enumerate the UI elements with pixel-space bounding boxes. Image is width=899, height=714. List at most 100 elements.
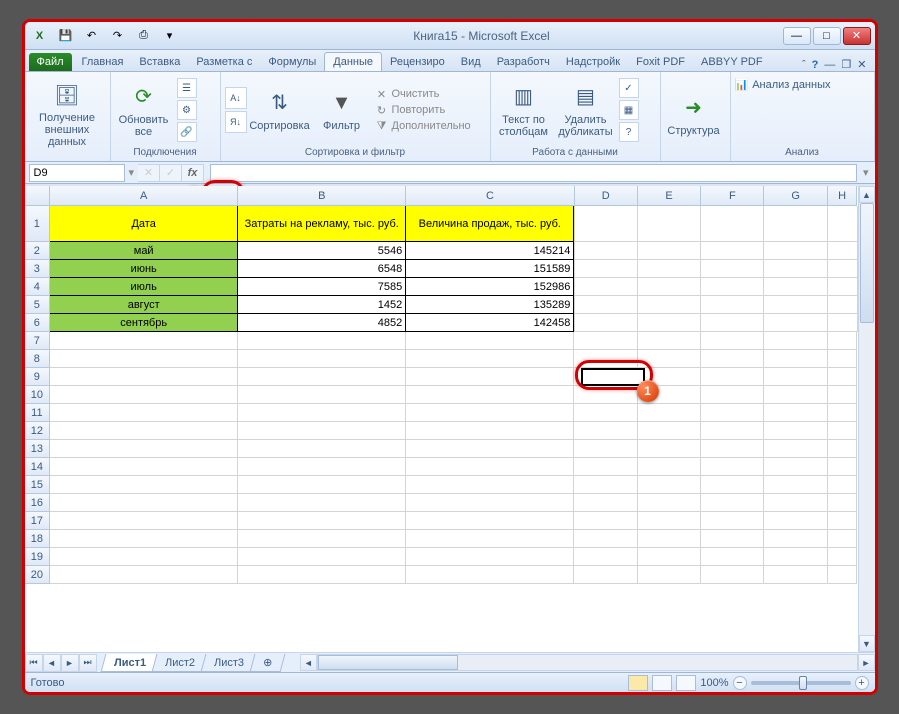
text-to-columns-button[interactable]: ▥Текст по столбцам — [495, 77, 553, 143]
new-sheet-button[interactable]: ⊕ — [249, 654, 285, 672]
cell-A4[interactable]: июль — [50, 278, 238, 296]
cell-C5[interactable]: 135289 — [406, 296, 574, 314]
tab-home[interactable]: Главная — [74, 53, 132, 71]
page-break-view-button[interactable] — [676, 675, 696, 691]
doc-restore-icon[interactable]: ❐ — [841, 58, 851, 71]
whatif-button[interactable]: ? — [619, 122, 639, 142]
doc-minimize-icon[interactable]: — — [824, 59, 835, 71]
cell-B1[interactable]: Затраты на рекламу, тыс. руб. — [238, 206, 406, 242]
expand-formula-bar-icon[interactable]: ▾ — [861, 166, 871, 179]
sheet-tab-3[interactable]: Лист3 — [200, 654, 257, 672]
vertical-scrollbar[interactable]: ▲ ▼ — [858, 186, 875, 652]
tab-data[interactable]: Данные — [324, 52, 382, 71]
cell-A5[interactable]: август — [50, 296, 238, 314]
horizontal-scrollbar[interactable]: ◄ ► — [300, 654, 875, 671]
connections-button[interactable]: ☰ — [177, 78, 197, 98]
cell-A1[interactable]: Дата — [50, 206, 238, 242]
sort-button[interactable]: ⇅Сортировка — [251, 77, 309, 143]
save-icon[interactable]: 💾 — [55, 26, 77, 46]
row-header-5[interactable]: 5 — [25, 296, 51, 314]
app-icon[interactable]: X — [29, 26, 51, 46]
col-header-A[interactable]: A — [50, 186, 238, 206]
row-header-8[interactable]: 8 — [25, 350, 51, 368]
row-header-2[interactable]: 2 — [25, 242, 51, 260]
tab-review[interactable]: Рецензиро — [382, 53, 453, 71]
cell-D1[interactable] — [574, 206, 637, 242]
minimize-button[interactable]: — — [783, 27, 811, 45]
tab-abbyy[interactable]: ABBYY PDF — [693, 53, 771, 71]
vscroll-thumb[interactable] — [860, 203, 874, 323]
tab-addins[interactable]: Надстройк — [558, 53, 628, 71]
row-header-6[interactable]: 6 — [25, 314, 51, 332]
row-header-10[interactable]: 10 — [25, 386, 51, 404]
ribbon-minimize-icon[interactable]: ˆ — [802, 59, 806, 71]
data-validation-button[interactable]: ✓ — [619, 78, 639, 98]
edit-links-button[interactable]: 🔗 — [177, 122, 197, 142]
tab-developer[interactable]: Разработч — [489, 53, 558, 71]
cancel-formula-button[interactable]: ✕ — [138, 164, 160, 182]
cell-C4[interactable]: 152986 — [406, 278, 574, 296]
scroll-left-button[interactable]: ◄ — [300, 654, 317, 671]
cell-A6[interactable]: сентябрь — [50, 314, 238, 332]
hscroll-thumb[interactable] — [318, 655, 458, 670]
zoom-in-button[interactable]: + — [855, 676, 869, 690]
cell-A3[interactable]: июнь — [50, 260, 238, 278]
enter-formula-button[interactable]: ✓ — [160, 164, 182, 182]
cell-B2[interactable]: 5546 — [238, 242, 406, 260]
row-header-1[interactable]: 1 — [25, 206, 51, 242]
sheet-nav-first[interactable]: ⏮ — [25, 654, 43, 672]
cell-C1[interactable]: Величина продаж, тыс. руб. — [406, 206, 574, 242]
cell-D9[interactable] — [574, 368, 637, 386]
sort-desc-button[interactable]: Я↓ — [225, 111, 247, 133]
row-header-14[interactable]: 14 — [25, 458, 51, 476]
col-header-B[interactable]: B — [238, 186, 406, 206]
close-button[interactable]: ✕ — [843, 27, 871, 45]
page-layout-view-button[interactable] — [652, 675, 672, 691]
qat-more-icon[interactable]: ▾ — [159, 26, 181, 46]
row-header-16[interactable]: 16 — [25, 494, 51, 512]
insert-function-button[interactable]: fx — [182, 164, 204, 182]
scroll-right-button[interactable]: ► — [858, 654, 875, 671]
cell-F1[interactable] — [701, 206, 764, 242]
col-header-C[interactable]: C — [406, 186, 574, 206]
print-icon[interactable]: ⎙ — [133, 26, 155, 46]
cell-B6[interactable]: 4852 — [238, 314, 406, 332]
sort-asc-button[interactable]: A↓ — [225, 87, 247, 109]
doc-close-icon[interactable]: ✕ — [857, 58, 866, 71]
refresh-all-button[interactable]: ⟳Обновить все — [115, 77, 173, 143]
cell-G1[interactable] — [764, 206, 827, 242]
zoom-level[interactable]: 100% — [700, 677, 728, 689]
row-header-20[interactable]: 20 — [25, 566, 51, 584]
tab-insert[interactable]: Вставка — [131, 53, 188, 71]
row-header-7[interactable]: 7 — [25, 332, 51, 350]
worksheet-grid[interactable]: A B C D E F G H 1 Дата Затраты на реклам… — [25, 186, 858, 652]
remove-duplicates-button[interactable]: ▤Удалить дубликаты — [557, 77, 615, 143]
cell-A2[interactable]: май — [50, 242, 238, 260]
cell-C2[interactable]: 145214 — [406, 242, 574, 260]
tab-formulas[interactable]: Формулы — [260, 53, 324, 71]
row-header-13[interactable]: 13 — [25, 440, 51, 458]
row-header-4[interactable]: 4 — [25, 278, 51, 296]
filter-button[interactable]: ▼Фильтр — [313, 77, 371, 143]
row-header-11[interactable]: 11 — [25, 404, 51, 422]
sheet-nav-last[interactable]: ⏭ — [79, 654, 97, 672]
sheet-tab-2[interactable]: Лист2 — [151, 654, 208, 672]
cell-B4[interactable]: 7585 — [238, 278, 406, 296]
row-header-17[interactable]: 17 — [25, 512, 51, 530]
col-header-E[interactable]: E — [638, 186, 701, 206]
cell-C6[interactable]: 142458 — [406, 314, 574, 332]
zoom-out-button[interactable]: − — [733, 676, 747, 690]
namebox-dropdown-icon[interactable]: ▾ — [129, 166, 135, 179]
sheet-nav-prev[interactable]: ◄ — [43, 654, 61, 672]
get-external-data-button[interactable]: 🗄Получение внешних данных — [29, 83, 106, 149]
sheet-tab-1[interactable]: Лист1 — [100, 654, 159, 672]
consolidate-button[interactable]: ▦ — [619, 100, 639, 120]
col-header-D[interactable]: D — [575, 186, 638, 206]
row-header-18[interactable]: 18 — [25, 530, 51, 548]
redo-icon[interactable]: ↷ — [107, 26, 129, 46]
col-header-H[interactable]: H — [828, 186, 858, 206]
zoom-slider[interactable] — [751, 681, 851, 685]
row-header-12[interactable]: 12 — [25, 422, 51, 440]
properties-button[interactable]: ⚙ — [177, 100, 197, 120]
row-header-15[interactable]: 15 — [25, 476, 51, 494]
